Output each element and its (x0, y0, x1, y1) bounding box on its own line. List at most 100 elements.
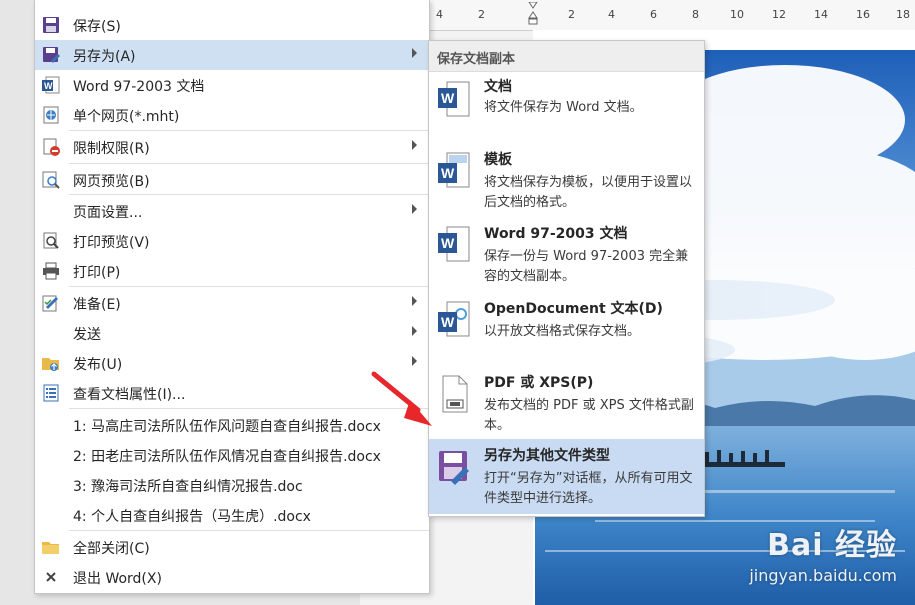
ruler-tick: 18 (896, 8, 910, 21)
menu-item-save-as[interactable]: 另存为(A) (35, 40, 429, 70)
prepare-icon (42, 295, 58, 312)
save-as-icon (43, 47, 60, 63)
menu-item-label: 打印(P) (73, 265, 121, 281)
web-preview-icon (42, 171, 60, 189)
menu-item-label: 单个网页(*.mht) (73, 109, 180, 125)
menu-item-label: 打印预览(V) (73, 235, 150, 251)
menu-item-web-preview[interactable]: 网页预览(B) (35, 165, 429, 195)
save-as-option-pdf-xps[interactable]: PDF 或 XPS(P) 发布文档的 PDF 或 XPS 文件格式副本。 (429, 366, 704, 438)
save-icon (43, 17, 59, 33)
option-description: 将文档保存为模板，以便用于设置以后文档的格式。 (484, 175, 693, 210)
menu-item-label: 另存为(A) (73, 49, 136, 65)
opendocument-icon: W (438, 301, 470, 337)
recent-file-label: 3: 豫海司法所自查自纠情况报告.doc (73, 479, 303, 495)
menu-item-label: 保存(S) (73, 19, 121, 35)
menu-item-single-web-page[interactable]: 单个网页(*.mht) (35, 100, 429, 130)
option-title: 另存为其他文件类型 (484, 448, 610, 464)
svg-text:W: W (441, 235, 455, 251)
menu-item-prepare[interactable]: 准备(E) (35, 288, 429, 318)
horizontal-ruler[interactable]: 4 2 2 4 6 8 10 12 14 16 18 (428, 0, 915, 31)
ruler-tick: 8 (692, 8, 699, 21)
close-icon (46, 572, 56, 582)
menu-item-label: 退出 Word(X) (73, 571, 162, 587)
menu-separator (69, 163, 429, 164)
save-as-option-other-formats[interactable]: 另存为其他文件类型 打开“另存为”对话框，从所有可用文件类型中进行选择。 (429, 439, 704, 514)
submenu-header-label: 保存文档副本 (437, 52, 516, 67)
save-as-option-opendocument[interactable]: W OpenDocument 文本(D) 以开放文档格式保存文档。 (429, 296, 704, 356)
menu-separator (69, 286, 429, 287)
ruler-tick: 4 (608, 8, 615, 21)
menu-item-restrict-permission[interactable]: 限制权限(R) (35, 132, 429, 162)
ruler-tick: 6 (650, 8, 657, 21)
menu-item-label: 网页预览(B) (73, 174, 150, 190)
option-title: 文档 (484, 79, 512, 95)
menu-item-save[interactable]: 保存(S) (35, 10, 429, 40)
folder-icon (42, 542, 59, 554)
option-title: OpenDocument 文本(D) (484, 301, 663, 317)
option-description: 以开放文档格式保存文档。 (484, 324, 641, 339)
annotation-arrow-icon (371, 371, 432, 426)
submenu-arrow-icon (412, 356, 417, 366)
word-document-icon: W (438, 81, 470, 117)
save-as-submenu: 保存文档副本 W 文档 将文件保存为 Word 文档。 W 模板 将文档保存为模… (428, 40, 705, 517)
save-other-formats-icon (439, 451, 469, 485)
submenu-arrow-icon (412, 204, 417, 214)
word-97-2003-icon: W (438, 226, 470, 262)
ruler-tick: 2 (478, 8, 485, 21)
menu-item-print-preview[interactable]: 打印预览(V) (35, 226, 429, 256)
pdf-xps-icon (442, 375, 468, 413)
recent-file-item[interactable]: 4: 个人自查自纠报告（马生虎）.docx (35, 500, 429, 530)
option-description: 保存一份与 Word 97-2003 完全兼容的文档副本。 (484, 249, 689, 284)
option-description: 发布文档的 PDF 或 XPS 文件格式副本。 (484, 398, 694, 433)
menu-item-word-97-2003[interactable]: W Word 97-2003 文档 (35, 70, 429, 100)
menu-item-label: 限制权限(R) (73, 141, 150, 157)
restrict-icon (43, 138, 60, 156)
save-as-option-template[interactable]: W 模板 将文档保存为模板，以便用于设置以后文档的格式。 (429, 145, 704, 220)
ruler-tick: 4 (436, 8, 443, 21)
properties-icon (43, 384, 59, 402)
menu-item-label: 发布(U) (73, 357, 123, 373)
option-description: 打开“另存为”对话框，从所有可用文件类型中进行选择。 (484, 471, 693, 506)
template-icon: W (438, 152, 470, 188)
ruler-tick: 16 (856, 8, 870, 21)
menu-item-exit-word[interactable]: 退出 Word(X) (35, 562, 429, 592)
menu-item-label: 发送 (73, 327, 101, 343)
menu-separator (69, 130, 429, 131)
option-description: 将文件保存为 Word 文档。 (484, 100, 643, 115)
ruler-tick: 10 (730, 8, 744, 21)
menu-item-close-all[interactable]: 全部关闭(C) (35, 532, 429, 562)
menu-item-label: 全部关闭(C) (73, 541, 150, 557)
word-doc-icon: W (42, 76, 60, 94)
recent-file-item[interactable]: 3: 豫海司法所自查自纠情况报告.doc (35, 470, 429, 500)
publish-icon (42, 358, 59, 371)
menu-item-label: 页面设置... (73, 205, 143, 221)
submenu-arrow-icon (412, 296, 417, 306)
menu-item-print[interactable]: 打印(P) (35, 256, 429, 286)
print-icon (43, 262, 59, 280)
submenu-arrow-icon (412, 326, 417, 336)
web-page-icon (43, 106, 59, 124)
recent-file-label: 1: 马高庄司法所队伍作风问题自查自纠报告.docx (73, 419, 381, 435)
svg-text:W: W (441, 314, 455, 330)
recent-file-label: 2: 田老庄司法所队伍作风情况自查自纠报告.docx (73, 449, 381, 465)
recent-file-item[interactable]: 2: 田老庄司法所队伍作风情况自查自纠报告.docx (35, 440, 429, 470)
option-title: 模板 (484, 152, 512, 168)
baidu-jingyan-watermark: Bai 经验 jingyan.baidu.com (749, 520, 897, 585)
svg-text:W: W (441, 90, 455, 106)
office-file-menu: 保存(S) 另存为(A) W Word 97-2003 文档 单个网页(*.mh… (34, 0, 430, 594)
menu-item-label: 准备(E) (73, 297, 121, 313)
menu-item-page-setup[interactable]: 页面设置... (35, 196, 429, 226)
submenu-arrow-icon (412, 140, 417, 150)
print-preview-icon (43, 232, 59, 249)
submenu-arrow-icon (412, 48, 417, 58)
menu-item-partial[interactable] (35, 0, 429, 8)
svg-text:W: W (441, 165, 455, 181)
option-title: Word 97-2003 文档 (484, 226, 628, 242)
indent-marker-icon[interactable] (528, 2, 538, 26)
save-as-option-document[interactable]: W 文档 将文件保存为 Word 文档。 (429, 72, 704, 144)
menu-item-label: Word 97-2003 文档 (73, 79, 205, 95)
save-as-option-word-97-2003[interactable]: W Word 97-2003 文档 保存一份与 Word 97-2003 完全兼… (429, 221, 704, 295)
option-title: PDF 或 XPS(P) (484, 375, 594, 391)
menu-item-send[interactable]: 发送 (35, 318, 429, 348)
recent-file-label: 4: 个人自查自纠报告（马生虎）.docx (73, 509, 311, 525)
